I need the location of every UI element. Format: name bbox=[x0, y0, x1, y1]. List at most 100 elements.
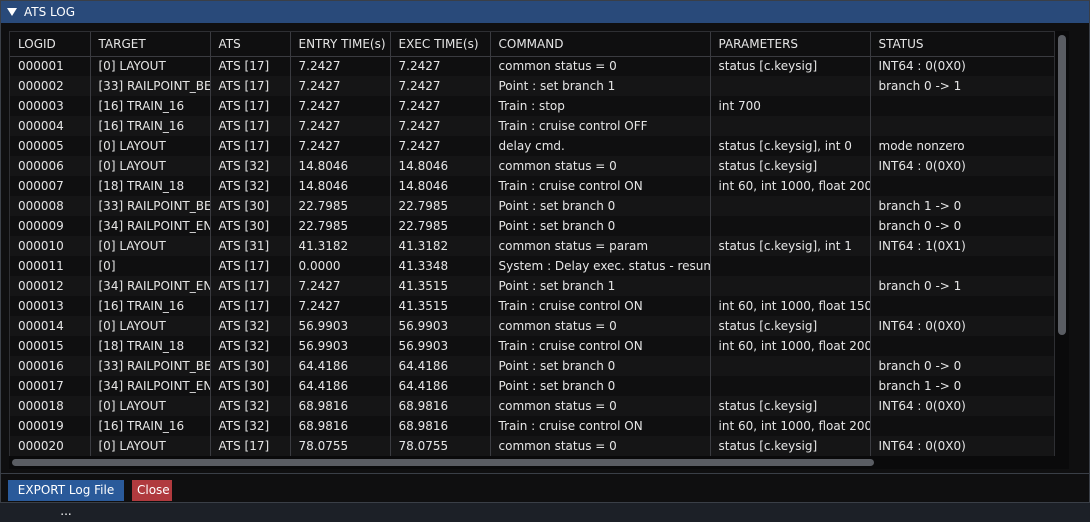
column-header-entry-time[interactable]: ENTRY TIME(s) bbox=[290, 32, 391, 57]
logid-cell: 000006 bbox=[10, 156, 91, 176]
table-row[interactable]: 000003 [16] TRAIN_16 ATS [17] 7.2427 7.2427 T… bbox=[10, 96, 1054, 116]
window-titlebar[interactable]: ATS LOG bbox=[1, 1, 1089, 23]
status-cell: mode nonzero bbox=[870, 136, 1054, 156]
exec-time-cell: 14.8046 bbox=[390, 176, 491, 196]
logid-cell: 000010 bbox=[10, 236, 91, 256]
vertical-scrollbar[interactable] bbox=[1055, 31, 1069, 469]
target-cell: [16] TRAIN_16 bbox=[90, 116, 211, 136]
column-header-parameters[interactable]: PARAMETERS bbox=[710, 32, 871, 57]
status-cell: branch 0 -> 1 bbox=[870, 76, 1054, 96]
horizontal-scrollbar[interactable] bbox=[9, 456, 1055, 469]
logid-cell: 000009 bbox=[10, 216, 91, 236]
status-cell bbox=[870, 176, 1054, 196]
table-row[interactable]: 000009 [34] RAILPOINT_END ATS [30] 22.7985 2… bbox=[10, 216, 1054, 236]
target-cell: [18] TRAIN_18 bbox=[90, 336, 211, 356]
status-cell bbox=[870, 296, 1054, 316]
table-row[interactable]: 000010 [0] LAYOUT ATS [31] 41.3182 41.3182 co… bbox=[10, 236, 1054, 256]
export-log-file-button[interactable]: EXPORT Log File ... bbox=[8, 480, 124, 518]
parameters-cell: status [c.keysig], int 1 bbox=[710, 236, 871, 256]
parameters-cell: int 60, int 1000, float 200, bbox=[710, 336, 871, 356]
ats-cell: ATS [30] bbox=[210, 356, 291, 376]
parameters-cell bbox=[710, 116, 871, 136]
logid-cell: 000014 bbox=[10, 316, 91, 336]
ats-cell: ATS [32] bbox=[210, 416, 291, 436]
logid-cell: 000017 bbox=[10, 376, 91, 396]
table-row[interactable]: 000006 [0] LAYOUT ATS [32] 14.8046 14.8046 co… bbox=[10, 156, 1054, 176]
ats-cell: ATS [32] bbox=[210, 176, 291, 196]
exec-time-cell: 7.2427 bbox=[390, 56, 491, 76]
command-cell: delay cmd. bbox=[490, 136, 711, 156]
status-cell bbox=[870, 416, 1054, 436]
target-cell: [33] RAILPOINT_BEG bbox=[90, 196, 211, 216]
command-cell: Train : cruise control OFF bbox=[490, 116, 711, 136]
exec-time-cell: 41.3348 bbox=[390, 256, 491, 276]
column-header-command[interactable]: COMMAND bbox=[490, 32, 711, 57]
table-row[interactable]: 000015 [18] TRAIN_18 ATS [32] 56.9903 56.990… bbox=[10, 336, 1054, 356]
table-row[interactable]: 000005 [0] LAYOUT ATS [17] 7.2427 7.2427 dela… bbox=[10, 136, 1054, 156]
parameters-cell: status [c.keysig] bbox=[710, 396, 871, 416]
target-cell: [0] LAYOUT bbox=[90, 56, 211, 76]
parameters-cell bbox=[710, 276, 871, 296]
table-row[interactable]: 000013 [16] TRAIN_16 ATS [17] 7.2427 41.3515… bbox=[10, 296, 1054, 316]
table-row[interactable]: 000011 [0] ATS [17] 0.0000 41.3348 System : D… bbox=[10, 256, 1054, 276]
status-cell: branch 1 -> 0 bbox=[870, 376, 1054, 396]
status-cell: INT64 : 0(0X0) bbox=[870, 316, 1054, 336]
command-cell: Point : set branch 0 bbox=[490, 196, 711, 216]
table-row[interactable]: 000004 [16] TRAIN_16 ATS [17] 7.2427 7.2427 T… bbox=[10, 116, 1054, 136]
ats-cell: ATS [17] bbox=[210, 136, 291, 156]
table-row[interactable]: 000020 [0] LAYOUT ATS [17] 78.0755 78.0755 co… bbox=[10, 436, 1054, 456]
parameters-cell: int 60, int 1000, float 150, bbox=[710, 296, 871, 316]
ats-cell: ATS [17] bbox=[210, 256, 291, 276]
ats-cell: ATS [32] bbox=[210, 336, 291, 356]
logid-cell: 000005 bbox=[10, 136, 91, 156]
horizontal-scrollbar-thumb[interactable] bbox=[12, 459, 874, 466]
parameters-cell bbox=[710, 376, 871, 396]
vertical-scrollbar-thumb[interactable] bbox=[1058, 35, 1066, 335]
entry-time-cell: 7.2427 bbox=[290, 96, 391, 116]
logid-cell: 000019 bbox=[10, 416, 91, 436]
column-header-logid[interactable]: LOGID bbox=[10, 32, 91, 57]
exec-time-cell: 41.3515 bbox=[390, 296, 491, 316]
exec-time-cell: 7.2427 bbox=[390, 96, 491, 116]
entry-time-cell: 56.9903 bbox=[290, 336, 391, 356]
logid-cell: 000003 bbox=[10, 96, 91, 116]
table-row[interactable]: 000008 [33] RAILPOINT_BEG ATS [30] 22.7985 2… bbox=[10, 196, 1054, 216]
exec-time-cell: 14.8046 bbox=[390, 156, 491, 176]
table-row[interactable]: 000002 [33] RAILPOINT_BEG ATS [17] 7.2427 7.… bbox=[10, 76, 1054, 96]
close-button[interactable]: Close bbox=[132, 480, 172, 501]
status-cell: branch 1 -> 0 bbox=[870, 196, 1054, 216]
ats-cell: ATS [31] bbox=[210, 236, 291, 256]
command-cell: Train : stop bbox=[490, 96, 711, 116]
status-cell: INT64 : 0(0X0) bbox=[870, 436, 1054, 456]
status-cell: branch 0 -> 0 bbox=[870, 356, 1054, 376]
table-row[interactable]: 000001 [0] LAYOUT ATS [17] 7.2427 7.2427 comm… bbox=[10, 56, 1054, 76]
command-cell: common status = param bbox=[490, 236, 711, 256]
ats-cell: ATS [17] bbox=[210, 276, 291, 296]
ats-cell: ATS [30] bbox=[210, 196, 291, 216]
command-cell: Point : set branch 0 bbox=[490, 376, 711, 396]
column-header-target[interactable]: TARGET bbox=[90, 32, 211, 57]
table-row[interactable]: 000019 [16] TRAIN_16 ATS [32] 68.9816 68.981… bbox=[10, 416, 1054, 436]
ats-cell: ATS [17] bbox=[210, 96, 291, 116]
log-table-panel: LOGID TARGET ATS ENTRY TIME(s) EXEC TIME… bbox=[9, 31, 1055, 469]
table-row[interactable]: 000012 [34] RAILPOINT_END ATS [17] 7.2427 41… bbox=[10, 276, 1054, 296]
target-cell: [0] LAYOUT bbox=[90, 156, 211, 176]
ats-cell: ATS [30] bbox=[210, 376, 291, 396]
column-header-status[interactable]: STATUS bbox=[870, 32, 1054, 57]
table-row[interactable]: 000018 [0] LAYOUT ATS [32] 68.9816 68.9816 co… bbox=[10, 396, 1054, 416]
exec-time-cell: 7.2427 bbox=[390, 116, 491, 136]
exec-time-cell: 56.9903 bbox=[390, 316, 491, 336]
logid-cell: 000007 bbox=[10, 176, 91, 196]
column-header-ats[interactable]: ATS bbox=[210, 32, 291, 57]
column-header-exec-time[interactable]: EXEC TIME(s) bbox=[390, 32, 491, 57]
collapse-triangle-icon[interactable] bbox=[7, 8, 17, 16]
table-row[interactable]: 000016 [33] RAILPOINT_BEG ATS [30] 64.4186 6… bbox=[10, 356, 1054, 376]
parameters-cell bbox=[710, 256, 871, 276]
table-row[interactable]: 000014 [0] LAYOUT ATS [32] 56.9903 56.9903 co… bbox=[10, 316, 1054, 336]
ats-cell: ATS [30] bbox=[210, 216, 291, 236]
log-table: LOGID TARGET ATS ENTRY TIME(s) EXEC TIME… bbox=[10, 32, 1054, 456]
table-row[interactable]: 000007 [18] TRAIN_18 ATS [32] 14.8046 14.804… bbox=[10, 176, 1054, 196]
command-cell: Point : set branch 1 bbox=[490, 76, 711, 96]
exec-time-cell: 7.2427 bbox=[390, 76, 491, 96]
table-row[interactable]: 000017 [34] RAILPOINT_END ATS [30] 64.4186 6… bbox=[10, 376, 1054, 396]
